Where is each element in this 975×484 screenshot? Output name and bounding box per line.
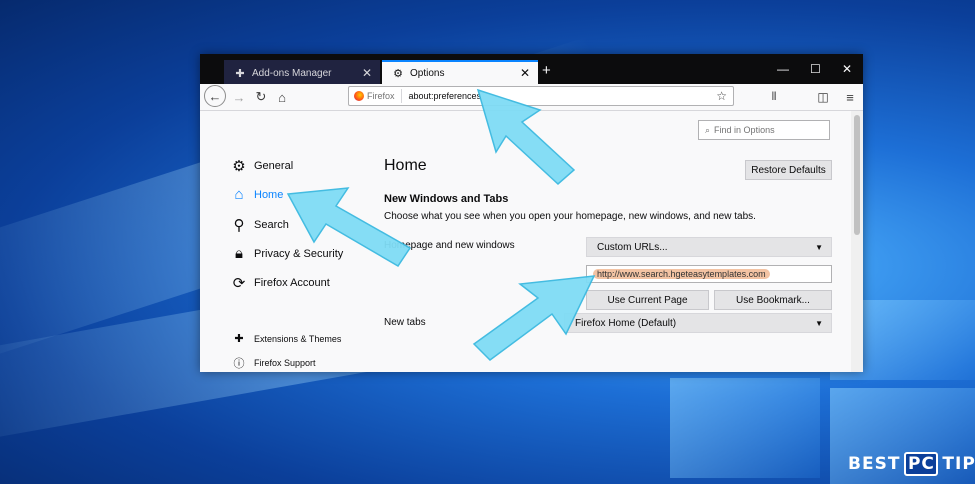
close-icon[interactable]: ✕ <box>520 66 530 80</box>
home-icon: ⌂ <box>234 186 244 203</box>
homepage-label: Homepage and new windows <box>384 240 515 251</box>
chevron-down-icon: ▼ <box>815 318 823 328</box>
close-icon[interactable]: ✕ <box>362 66 372 80</box>
gear-icon: ⚙ <box>393 67 403 80</box>
tab-addons-manager[interactable]: ✚ Add-ons Manager ✕ <box>224 60 380 84</box>
sidebar-item-extensions-themes[interactable]: ✚ Extensions & Themes <box>230 332 341 345</box>
bookmark-star-icon[interactable]: ☆ <box>716 89 727 103</box>
use-current-page-button[interactable]: Use Current Page <box>586 290 709 310</box>
close-window-button[interactable]: ✕ <box>842 62 852 76</box>
sidebar-item-search[interactable]: ⚲ Search <box>230 216 289 234</box>
search-icon: ⌕ <box>705 124 711 135</box>
sidebar-item-home[interactable]: ⌂ Home <box>230 186 283 203</box>
restore-defaults-button[interactable]: Restore Defaults <box>745 160 832 180</box>
new-tab-button[interactable]: + <box>542 62 551 79</box>
section-description: Choose what you see when you open your h… <box>384 211 756 222</box>
chevron-down-icon: ▼ <box>815 242 823 252</box>
puzzle-icon: ✚ <box>235 67 245 80</box>
homepage-select[interactable]: Custom URLs... ▼ <box>586 237 832 257</box>
firefox-window: ✚ Add-ons Manager ✕ ⚙ Options ✕ + — ☐ ✕ … <box>200 54 863 372</box>
menu-icon[interactable]: ≡ <box>841 88 859 106</box>
tab-bar: ✚ Add-ons Manager ✕ ⚙ Options ✕ + — ☐ ✕ <box>200 54 863 84</box>
homepage-url-input[interactable]: http://www.search.hgeteasytemplates.com <box>586 265 832 283</box>
navigation-toolbar: ← → ↻ ⌂ Firefox about:preferences ☆ ⫴ ◫ … <box>200 84 863 111</box>
section-title: New Windows and Tabs <box>384 193 509 205</box>
use-bookmark-button[interactable]: Use Bookmark... <box>714 290 832 310</box>
back-button[interactable]: ← <box>204 85 226 107</box>
tab-options[interactable]: ⚙ Options ✕ <box>382 60 538 84</box>
scrollbar[interactable] <box>851 111 863 372</box>
firefox-logo-icon <box>354 91 364 101</box>
gear-icon: ⚙ <box>232 158 246 175</box>
search-icon: ⚲ <box>233 217 245 234</box>
library-icon[interactable]: ⫴ <box>765 88 783 106</box>
reload-button[interactable]: ↻ <box>252 88 270 106</box>
maximize-button[interactable]: ☐ <box>810 62 821 76</box>
minimize-button[interactable]: — <box>777 62 789 76</box>
new-tabs-select[interactable]: Firefox Home (Default) ▼ <box>564 313 832 333</box>
identity-box[interactable]: Firefox <box>349 89 402 103</box>
url-text[interactable]: about:preferences <box>402 91 482 101</box>
brand-logo: BEST PC TIPS <box>848 452 975 476</box>
tab-label: Options <box>410 67 445 79</box>
sidebar-item-privacy-security[interactable]: 🔒︎ Privacy & Security <box>230 245 343 262</box>
find-in-options-input[interactable]: ⌕ Find in Options <box>698 120 830 140</box>
home-button[interactable]: ⌂ <box>273 88 291 106</box>
sidebar-item-firefox-support[interactable]: ⓘ Firefox Support <box>230 355 316 371</box>
tab-label: Add-ons Manager <box>252 67 332 79</box>
lock-icon: 🔒︎ <box>235 245 243 262</box>
sidebar-item-general[interactable]: ⚙ General <box>230 157 293 175</box>
sync-icon: ⟳ <box>232 275 246 292</box>
help-icon: ⓘ <box>233 358 245 370</box>
forward-button[interactable]: → <box>230 88 248 106</box>
new-tabs-label: New tabs <box>384 317 426 328</box>
puzzle-icon: ✚ <box>234 333 244 345</box>
preferences-content: ⌕ Find in Options ⚙ General ⌂ Home ⚲ Sea… <box>200 111 863 372</box>
url-bar[interactable]: Firefox about:preferences ☆ <box>348 86 734 106</box>
sidebar-item-firefox-account[interactable]: ⟳ Firefox Account <box>230 274 330 292</box>
sidebar-toggle-icon[interactable]: ◫ <box>814 88 832 106</box>
page-title: Home <box>384 157 427 174</box>
scrollbar-thumb[interactable] <box>854 115 860 235</box>
